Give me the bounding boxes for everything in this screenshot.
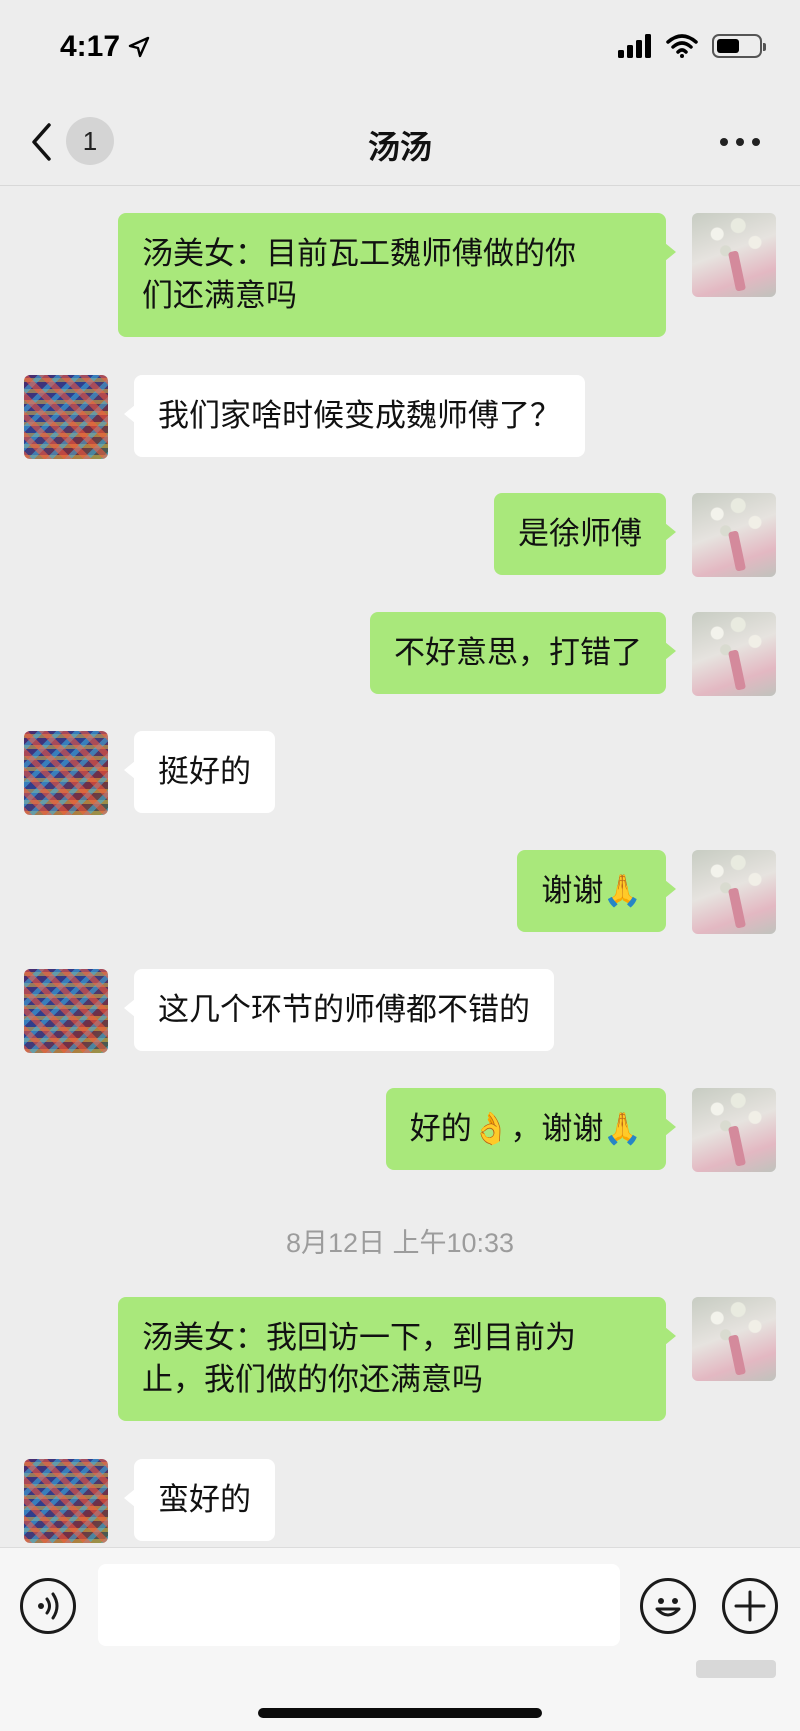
- input-bar: [0, 1547, 800, 1731]
- message-bubble[interactable]: 汤美女：目前瓦工魏师傅做的你 们还满意吗: [118, 213, 676, 337]
- self-avatar[interactable]: [692, 1297, 776, 1381]
- message-input[interactable]: [98, 1564, 620, 1646]
- battery-icon: [712, 34, 766, 58]
- message-list[interactable]: 汤美女：目前瓦工魏师傅做的你 们还满意吗 我们家啥时候变成魏师傅了？ 是徐师傅 …: [0, 187, 800, 1547]
- self-avatar[interactable]: [692, 850, 776, 934]
- self-avatar[interactable]: [692, 1088, 776, 1172]
- voice-icon: [38, 1592, 59, 1620]
- status-icons: [618, 34, 766, 58]
- more-functions-button[interactable]: [722, 1578, 778, 1634]
- status-time: 4:17: [60, 30, 121, 63]
- location-arrow-icon: [128, 36, 150, 58]
- contact-avatar[interactable]: [24, 969, 108, 1053]
- message-bubble[interactable]: 我们家啥时候变成魏师傅了？: [124, 375, 585, 457]
- message-bubble[interactable]: 蛮好的: [124, 1459, 275, 1541]
- home-indicator[interactable]: [258, 1708, 542, 1718]
- watermark-logo: [696, 1656, 776, 1688]
- status-time-group: 4:17: [60, 30, 150, 64]
- cellular-signal-icon: [618, 34, 651, 58]
- more-dot-icon: [752, 138, 760, 146]
- contact-avatar[interactable]: [24, 1459, 108, 1543]
- status-bar: 4:17: [0, 0, 800, 100]
- emoji-button[interactable]: [640, 1578, 696, 1634]
- battery-level: [717, 39, 739, 53]
- message-timestamp: 8月12日 上午10:33: [285, 1228, 515, 1258]
- self-avatar[interactable]: [692, 612, 776, 696]
- message-bubble[interactable]: 这几个环节的师傅都不错的: [124, 969, 554, 1051]
- message-bubble[interactable]: 不好意思，打错了: [370, 612, 676, 694]
- self-avatar[interactable]: [692, 493, 776, 577]
- chat-header: 1 汤汤: [0, 100, 800, 186]
- wifi-icon: [666, 34, 698, 58]
- self-avatar[interactable]: [692, 213, 776, 297]
- more-dot-icon: [720, 138, 728, 146]
- chat-title: 汤汤: [367, 128, 432, 166]
- more-options-button[interactable]: [720, 138, 760, 146]
- message-bubble[interactable]: 好的👌，谢谢🙏: [385, 1088, 677, 1170]
- plus-icon: [734, 1590, 766, 1622]
- message-bubble[interactable]: 是徐师傅: [494, 493, 676, 575]
- message-bubble[interactable]: 汤美女：我回访一下，到目前为 止，我们做的你还满意吗: [118, 1297, 676, 1421]
- smiley-icon: [655, 1598, 681, 1617]
- more-dot-icon: [736, 138, 744, 146]
- contact-avatar[interactable]: [24, 731, 108, 815]
- message-bubble[interactable]: 挺好的: [124, 731, 275, 813]
- message-bubble[interactable]: 谢谢🙏: [517, 850, 676, 932]
- voice-input-button[interactable]: [20, 1578, 76, 1634]
- contact-avatar[interactable]: [24, 375, 108, 459]
